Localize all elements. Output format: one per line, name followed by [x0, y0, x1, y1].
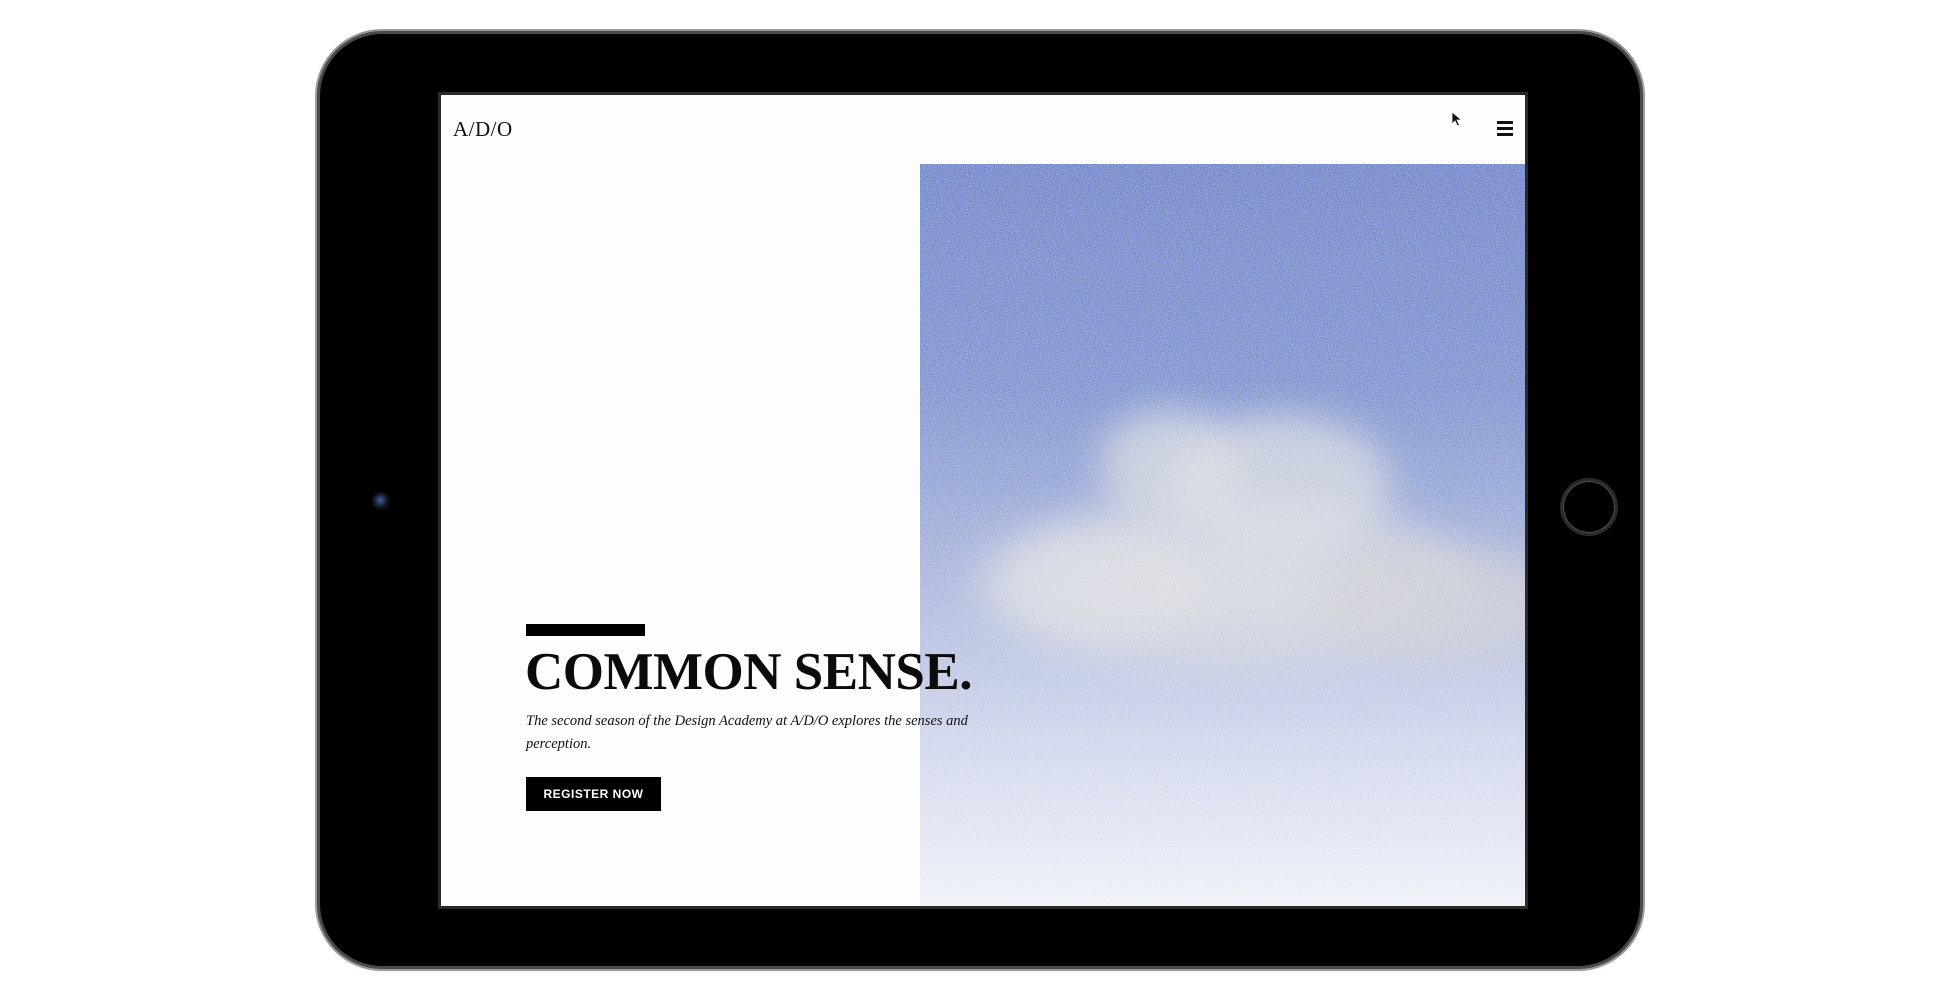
register-now-button[interactable]: REGISTER NOW — [526, 777, 661, 811]
mouse-pointer-icon — [1451, 111, 1463, 127]
front-camera-icon — [374, 494, 388, 508]
menu-icon-line — [1497, 127, 1513, 130]
hero-cloud-image — [920, 164, 1525, 906]
hero-subtitle: The second season of the Design Academy … — [526, 713, 968, 752]
headline-accent-bar — [526, 624, 645, 636]
hero-headline: COMMON SENSE. — [525, 643, 972, 701]
menu-icon-line — [1497, 133, 1513, 136]
hamburger-menu-icon[interactable] — [1495, 119, 1515, 137]
tablet-screen: A/D/O COMMON SENSE. The second season of… — [438, 92, 1528, 909]
menu-icon-line — [1497, 121, 1513, 124]
site-logo[interactable]: A/D/O — [453, 117, 513, 142]
tablet-device-frame: A/D/O COMMON SENSE. The second season of… — [320, 34, 1640, 966]
home-button[interactable] — [1560, 478, 1618, 536]
